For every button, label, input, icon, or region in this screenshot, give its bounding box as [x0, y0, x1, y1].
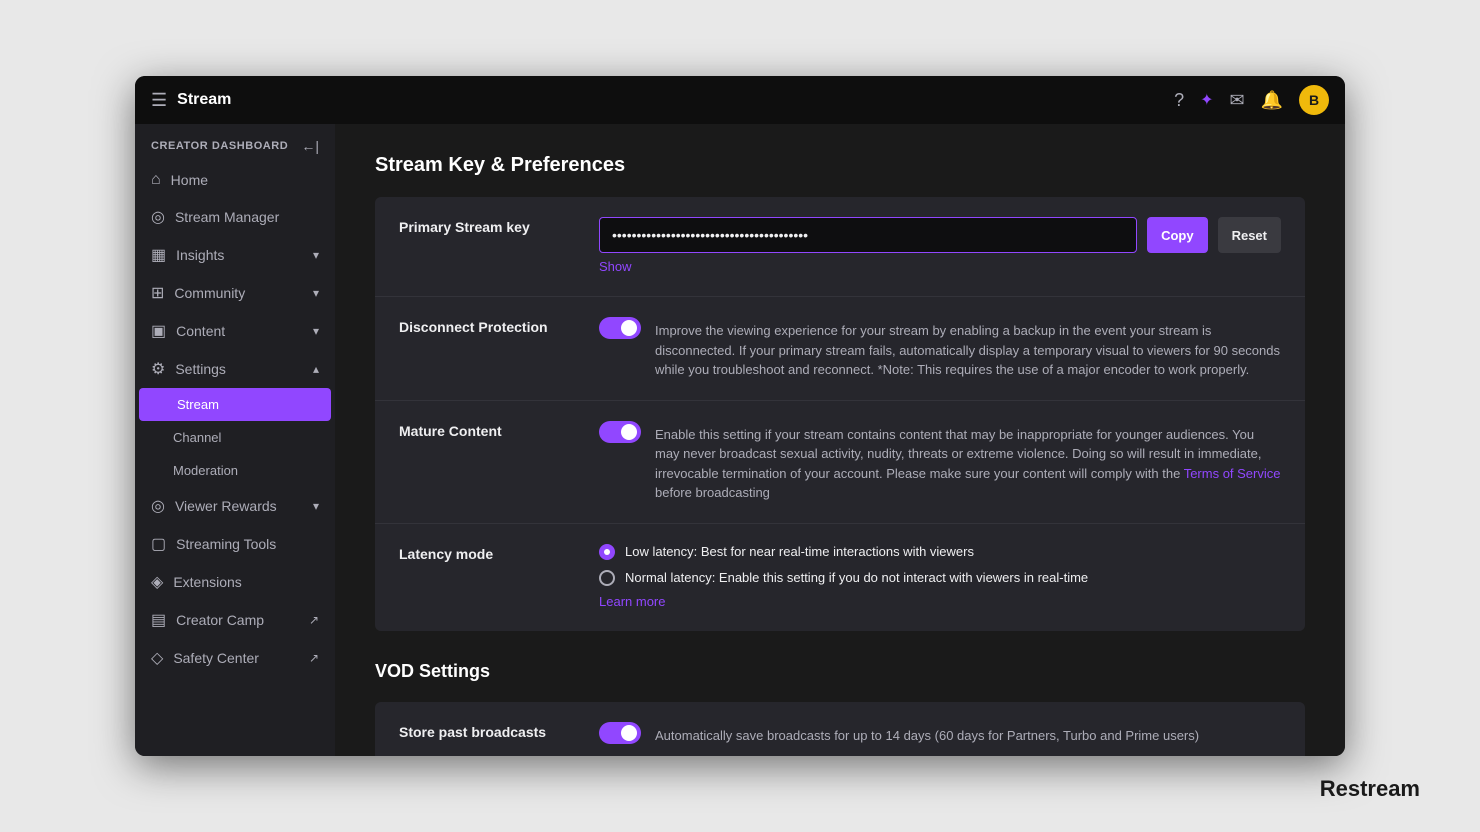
sidebar-item-viewer-rewards[interactable]: ◎ Viewer Rewards ▾ — [135, 487, 335, 525]
latency-low-label: Low latency: Best for near real-time int… — [625, 544, 974, 559]
community-icon: ⊞ — [151, 283, 164, 303]
extensions-icon: ◈ — [151, 572, 163, 592]
toggle-slider — [599, 421, 641, 443]
main-content: Stream Key & Preferences Primary Stream … — [335, 124, 1345, 756]
disconnect-protection-label: Disconnect Protection — [399, 317, 579, 335]
latency-mode-label: Latency mode — [399, 544, 579, 562]
store-broadcasts-description: Automatically save broadcasts for up to … — [655, 726, 1199, 746]
mature-content-label: Mature Content — [399, 421, 579, 439]
external-link-icon: ↗ — [309, 613, 319, 627]
sidebar-item-home[interactable]: ⌂ Home — [135, 162, 335, 198]
reset-button[interactable]: Reset — [1218, 217, 1281, 253]
sidebar-item-label: Settings — [175, 361, 226, 377]
stream-manager-icon: ◎ — [151, 207, 165, 227]
chevron-down-icon: ▾ — [313, 248, 319, 262]
sidebar-item-settings[interactable]: ⚙ Settings ▴ — [135, 350, 335, 388]
toggle-slider — [599, 722, 641, 744]
sidebar-item-label: Content — [176, 323, 225, 339]
stream-key-row: Primary Stream key Copy Reset Show — [375, 197, 1305, 297]
sidebar-item-label: Stream — [177, 397, 219, 412]
radio-unselected-icon — [599, 570, 615, 586]
latency-mode-radio-group: Low latency: Best for near real-time int… — [599, 544, 1281, 586]
store-broadcasts-toggle[interactable] — [599, 722, 641, 744]
store-broadcasts-row: Store past broadcasts Automatically save… — [375, 702, 1305, 757]
sidebar-dashboard-label: CREATOR DASHBOARD — [151, 140, 288, 152]
sidebar-item-creator-camp[interactable]: ▤ Creator Camp ↗ — [135, 601, 335, 639]
help-icon[interactable]: ? — [1174, 90, 1184, 111]
latency-normal-option[interactable]: Normal latency: Enable this setting if y… — [599, 570, 1281, 586]
restream-watermark: Restream — [1320, 776, 1420, 802]
sidebar-item-channel[interactable]: Channel — [135, 421, 335, 454]
toggle-slider — [599, 317, 641, 339]
external-link-icon: ↗ — [309, 651, 319, 665]
stream-key-input[interactable] — [599, 217, 1137, 253]
sidebar-item-label: Insights — [176, 247, 224, 263]
chevron-up-icon: ▴ — [313, 362, 319, 376]
hamburger-menu-icon[interactable]: ☰ — [151, 90, 167, 111]
latency-low-option[interactable]: Low latency: Best for near real-time int… — [599, 544, 1281, 560]
sidebar-item-label: Safety Center — [173, 650, 259, 666]
show-stream-key-link[interactable]: Show — [599, 259, 632, 274]
insights-icon: ▦ — [151, 245, 166, 265]
terms-of-service-link[interactable]: Terms of Service — [1184, 466, 1281, 481]
sidebar-item-label: Channel — [173, 430, 221, 445]
sidebar: CREATOR DASHBOARD ←| ⌂ Home ◎ Stream Man… — [135, 124, 335, 756]
disconnect-protection-description: Improve the viewing experience for your … — [655, 321, 1281, 380]
learn-more-link[interactable]: Learn more — [599, 594, 665, 609]
safety-center-icon: ◇ — [151, 648, 163, 668]
home-icon: ⌂ — [151, 171, 161, 189]
settings-icon: ⚙ — [151, 359, 165, 379]
sidebar-item-streaming-tools[interactable]: ▢ Streaming Tools — [135, 525, 335, 563]
sidebar-collapse-button[interactable]: ←| — [301, 138, 319, 154]
sidebar-item-insights[interactable]: ▦ Insights ▾ — [135, 236, 335, 274]
sidebar-item-label: Stream Manager — [175, 209, 279, 225]
sidebar-item-label: Community — [174, 285, 245, 301]
chevron-down-icon: ▾ — [313, 499, 319, 513]
page-title: Stream Key & Preferences — [375, 154, 1305, 177]
notifications-icon[interactable]: 🔔 — [1261, 90, 1283, 111]
sidebar-item-safety-center[interactable]: ◇ Safety Center ↗ — [135, 639, 335, 677]
mature-content-description: Enable this setting if your stream conta… — [655, 425, 1281, 503]
viewer-rewards-icon: ◎ — [151, 496, 165, 516]
sidebar-item-label: Viewer Rewards — [175, 498, 277, 514]
sidebar-item-label: Streaming Tools — [176, 536, 276, 552]
stream-key-card: Primary Stream key Copy Reset Show — [375, 197, 1305, 631]
sidebar-item-stream-manager[interactable]: ◎ Stream Manager — [135, 198, 335, 236]
window-title: Stream — [177, 91, 231, 109]
magic-icon[interactable]: ✦ — [1200, 90, 1213, 110]
content-icon: ▣ — [151, 321, 166, 341]
streaming-tools-icon: ▢ — [151, 534, 166, 554]
vod-settings-card: Store past broadcasts Automatically save… — [375, 702, 1305, 757]
copy-button[interactable]: Copy — [1147, 217, 1208, 253]
chevron-down-icon: ▾ — [313, 324, 319, 338]
latency-mode-row: Latency mode Low latency: Best for near … — [375, 524, 1305, 631]
latency-normal-label: Normal latency: Enable this setting if y… — [625, 570, 1088, 585]
sidebar-item-extensions[interactable]: ◈ Extensions — [135, 563, 335, 601]
sidebar-item-stream[interactable]: Stream — [139, 388, 331, 421]
radio-selected-icon — [599, 544, 615, 560]
sidebar-item-label: Moderation — [173, 463, 238, 478]
sidebar-item-content[interactable]: ▣ Content ▾ — [135, 312, 335, 350]
stream-key-label: Primary Stream key — [399, 217, 579, 235]
store-past-broadcasts-label: Store past broadcasts — [399, 722, 579, 740]
creator-camp-icon: ▤ — [151, 610, 166, 630]
mature-content-toggle[interactable] — [599, 421, 641, 443]
vod-section-title: VOD Settings — [375, 661, 1305, 682]
sidebar-item-moderation[interactable]: Moderation — [135, 454, 335, 487]
disconnect-protection-toggle[interactable] — [599, 317, 641, 339]
sidebar-item-label: Home — [171, 172, 208, 188]
chevron-down-icon: ▾ — [313, 286, 319, 300]
sidebar-item-label: Extensions — [173, 574, 241, 590]
sidebar-item-label: Creator Camp — [176, 612, 264, 628]
disconnect-protection-row: Disconnect Protection Improve the viewin… — [375, 297, 1305, 401]
sidebar-item-community[interactable]: ⊞ Community ▾ — [135, 274, 335, 312]
mail-icon[interactable]: ✉ — [1229, 90, 1244, 111]
mature-content-row: Mature Content Enable this setting if yo… — [375, 401, 1305, 524]
avatar[interactable]: B — [1299, 85, 1329, 115]
